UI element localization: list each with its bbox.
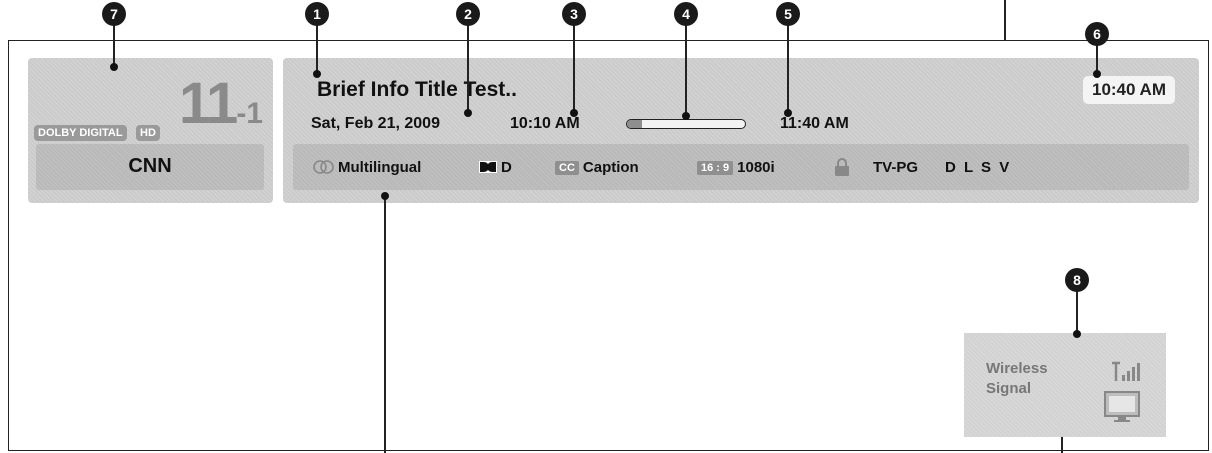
callout-3-leader [573, 22, 575, 112]
caption-label: Caption [582, 159, 639, 176]
callout-4: 4 [674, 2, 698, 26]
callout-3-dot [570, 109, 578, 117]
callout-1: 1 [305, 2, 329, 26]
details-bar-leader [384, 196, 386, 453]
callout-5-leader [787, 22, 789, 112]
callout-6-dot [1093, 70, 1101, 78]
channel-number-minor: -1 [236, 97, 263, 130]
program-start-time: 10:10 AM [510, 115, 580, 132]
multilingual-icon [313, 160, 334, 174]
details-bar-dot [381, 192, 389, 200]
program-details-bar: Multilingual D CC Caption 16 : 9 1080i TV-… [293, 144, 1189, 190]
program-progress-fill [627, 120, 643, 128]
callout-8: 8 [1065, 268, 1089, 292]
hd-badge: HD [136, 125, 160, 141]
wireless-signal-panel: Wireless Signal [964, 333, 1166, 437]
callout-8-dot [1073, 330, 1081, 338]
tv-monitor-icon [1104, 391, 1140, 422]
channel-info-panel: DOLBY DIGITAL HD 11-1 CNN [28, 58, 273, 203]
frame-top-leader [1004, 0, 1006, 40]
wireless-signal-label: Wireless Signal [986, 359, 1076, 399]
aspect-ratio-badge: 16 : 9 [697, 161, 734, 175]
signal-strength-icon [1112, 361, 1140, 381]
dolby-digital-badge: DOLBY DIGITAL [34, 125, 127, 141]
callout-7: 7 [102, 2, 126, 26]
callout-3: 3 [562, 2, 586, 26]
wireless-label-line1: Wireless [986, 360, 1048, 377]
channel-number-major: 11 [178, 71, 238, 136]
program-progress-bar [626, 119, 746, 129]
dolby-icon [479, 161, 497, 173]
callout-5: 5 [776, 2, 800, 26]
wireless-label-line2: Signal [986, 380, 1032, 397]
callout-6-leader [1096, 42, 1098, 72]
program-date: Sat, Feb 21, 2009 [311, 115, 440, 132]
callout-2-dot [464, 109, 472, 117]
audio-language-label: Multilingual [338, 159, 422, 176]
callout-1-leader [316, 22, 318, 74]
callout-6: 6 [1085, 22, 1109, 46]
resolution-label: 1080i [737, 159, 775, 176]
current-time: 10:40 AM [1082, 76, 1175, 104]
program-title: Brief Info Title Test.. [317, 78, 517, 101]
dolby-label: D [501, 159, 512, 176]
channel-number: 11-1 [179, 70, 263, 137]
callout-1-dot [313, 70, 321, 78]
channel-name-box: CNN [36, 144, 264, 190]
callout-2-leader [467, 22, 469, 112]
cc-badge: CC [555, 161, 579, 175]
lock-icon [835, 158, 849, 176]
callout-5-dot [784, 109, 792, 117]
dolby-item: D [479, 159, 512, 176]
wireless-bottom-leader [1061, 437, 1063, 453]
program-info-panel: Brief Info Title Test.. Sat, Feb 21, 200… [283, 58, 1199, 203]
callout-4-leader [685, 22, 687, 115]
rating-descriptors: D L S V [945, 159, 1012, 176]
program-end-time: 11:40 AM [780, 115, 849, 132]
callout-7-dot [110, 63, 118, 71]
video-format-item: 16 : 9 1080i [697, 159, 775, 176]
callout-7-leader [113, 22, 115, 66]
callout-8-leader [1076, 290, 1078, 334]
caption-item: CC Caption [555, 159, 639, 176]
rating-label: TV-PG [873, 159, 919, 176]
audio-language-item: Multilingual [313, 159, 421, 176]
callout-4-dot [682, 112, 690, 120]
callout-2: 2 [456, 2, 480, 26]
channel-name: CNN [128, 155, 172, 177]
